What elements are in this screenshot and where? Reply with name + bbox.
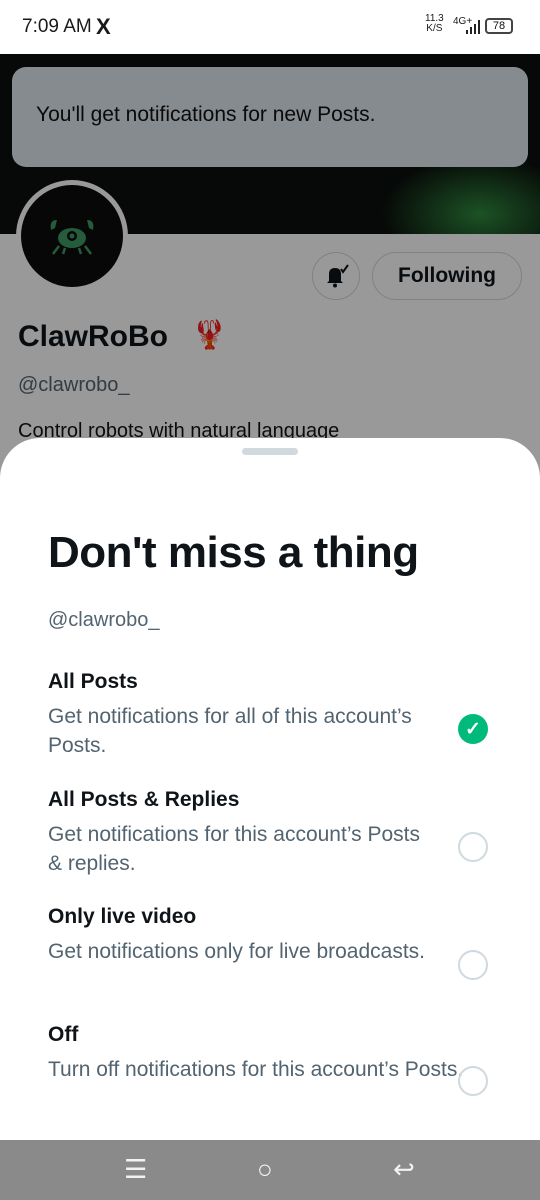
option-description: Get notifications only for live broadcas…: [48, 940, 426, 963]
system-nav-bar: ☰ ○ ↩: [0, 1140, 540, 1200]
status-bar: 7:09 AM X 11.3 K/S 4G+ 78: [0, 0, 540, 54]
option-description: Turn off notifications for this account’…: [48, 1058, 464, 1081]
radio-checked-icon[interactable]: ✓: [458, 714, 488, 744]
option-description: Get notifications for this account’s Pos…: [48, 823, 420, 875]
option-all-posts[interactable]: All Posts Get notifications for all of t…: [48, 670, 492, 757]
option-only-live-video[interactable]: Only live video Get notifications only f…: [48, 905, 492, 980]
sheet-handle: @clawrobo_: [48, 609, 160, 631]
home-circle-icon[interactable]: ○: [257, 1154, 273, 1185]
back-icon[interactable]: ↩: [393, 1154, 415, 1185]
option-title: Off: [48, 1023, 79, 1046]
option-title: All Posts & Replies: [48, 788, 240, 811]
radio-unchecked-icon[interactable]: [458, 950, 488, 980]
option-description: Get notifications for all of this accoun…: [48, 705, 412, 757]
net-speed: 11.3 K/S: [425, 13, 444, 34]
sheet-title: Don't miss a thing: [48, 528, 419, 577]
x-app-icon: X: [96, 14, 111, 39]
radio-unchecked-icon[interactable]: [458, 832, 488, 862]
menu-icon[interactable]: ☰: [124, 1154, 147, 1185]
signal-icon: [466, 20, 480, 34]
radio-unchecked-icon[interactable]: [458, 1066, 488, 1096]
notification-settings-sheet: Don't miss a thing @clawrobo_ All Posts …: [0, 438, 540, 1140]
option-title: Only live video: [48, 905, 197, 928]
sheet-drag-handle[interactable]: [242, 448, 298, 455]
option-title: All Posts: [48, 670, 138, 693]
status-time: 7:09 AM: [22, 16, 92, 37]
battery-icon: 78: [485, 18, 513, 34]
option-all-posts-replies[interactable]: All Posts & Replies Get notifications fo…: [48, 788, 492, 875]
option-off[interactable]: Off Turn off notifications for this acco…: [48, 1023, 492, 1096]
